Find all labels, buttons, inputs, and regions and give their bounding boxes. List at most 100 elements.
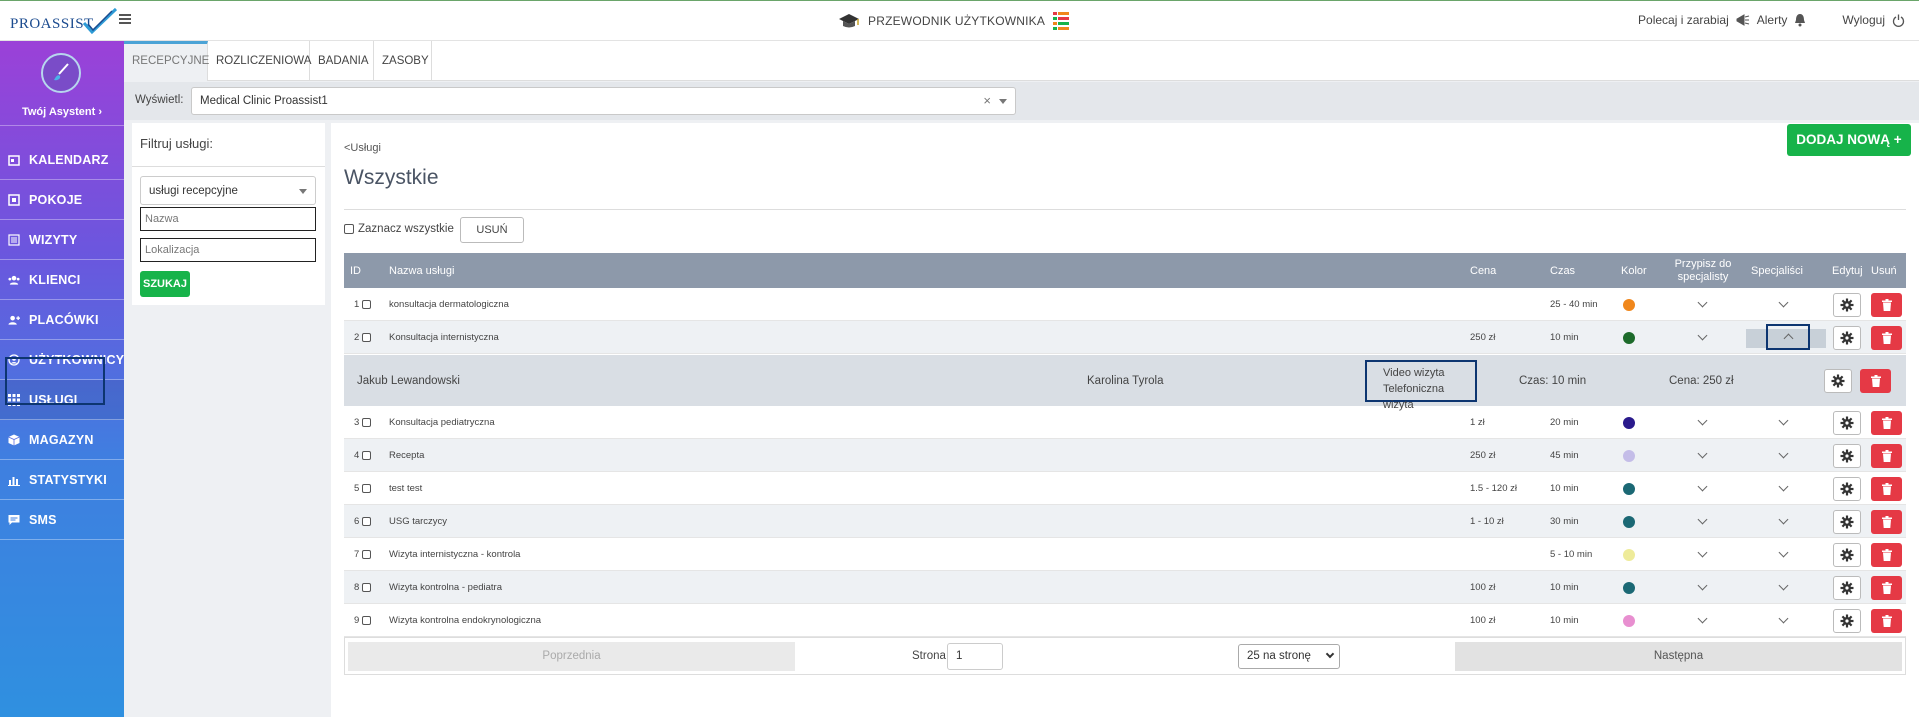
name-input[interactable] (140, 207, 316, 231)
row-checkbox[interactable] (362, 333, 371, 342)
page-size-select[interactable]: 25 na stronę (1238, 644, 1340, 669)
clear-icon[interactable]: × (983, 88, 991, 114)
chevron-down-icon[interactable] (1778, 613, 1789, 624)
alerts-link[interactable]: Alerty (1757, 13, 1788, 27)
edit-button[interactable] (1833, 292, 1861, 317)
chevron-down-icon[interactable] (1697, 415, 1708, 426)
clinic-select[interactable]: Medical Clinic Proassist1 × (191, 87, 1016, 115)
caret-down-icon (299, 189, 307, 194)
assistant-link[interactable]: Twój Asystent › (0, 98, 124, 126)
divider (344, 209, 1906, 210)
sidebar-item-pokoje[interactable]: POKOJE (0, 180, 124, 220)
edit-specialist-button[interactable] (1824, 368, 1852, 393)
calendar-icon (8, 154, 20, 166)
power-icon[interactable] (1892, 14, 1905, 27)
checkmark-logo-icon (82, 7, 118, 35)
delete-button[interactable] (1871, 542, 1902, 567)
edit-button[interactable] (1833, 443, 1861, 468)
menu-toggle-icon[interactable] (119, 14, 131, 24)
user-guide-link[interactable]: PRZEWODNIK UŻYTKOWNIKA (838, 11, 1070, 31)
chevron-down-icon[interactable] (1697, 330, 1708, 341)
delete-button[interactable] (1871, 575, 1902, 600)
row-checkbox[interactable] (362, 616, 371, 625)
tab-badania[interactable]: BADANIA (310, 41, 374, 81)
display-label: Wyświetl: (135, 94, 184, 106)
delete-specialist-button[interactable] (1860, 368, 1891, 393)
bell-icon[interactable] (1794, 13, 1806, 27)
row-checkbox[interactable] (362, 451, 371, 460)
select-all[interactable]: Zaznacz wszystkie (344, 223, 454, 235)
sidebar-item-magazyn[interactable]: MAGAZYN (0, 420, 124, 460)
breadcrumb[interactable]: <Usługi (344, 142, 381, 154)
chevron-down-icon[interactable] (1778, 448, 1789, 459)
add-new-button[interactable]: DODAJ NOWĄ + (1787, 124, 1911, 156)
tab-zasoby[interactable]: ZASOBY (374, 41, 432, 81)
delete-button[interactable] (1871, 410, 1902, 435)
megaphone-icon[interactable] (1736, 13, 1750, 27)
sidebar-item-sms[interactable]: SMS (0, 500, 124, 540)
previous-page-button[interactable]: Poprzednia (348, 642, 795, 671)
trash-icon (1881, 449, 1892, 462)
search-button[interactable]: SZUKAJ (140, 271, 190, 297)
sidebar-item-klienci[interactable]: KLIENCI (0, 260, 124, 300)
chevron-down-icon[interactable] (1697, 580, 1708, 591)
row-checkbox[interactable] (362, 517, 371, 526)
chevron-down-icon[interactable] (1778, 547, 1789, 558)
delete-button[interactable] (1871, 325, 1902, 350)
specialists-toggle[interactable] (1766, 324, 1810, 350)
chevron-down-icon[interactable] (1697, 481, 1708, 492)
row-checkbox[interactable] (362, 300, 371, 309)
chevron-down-icon[interactable] (1697, 547, 1708, 558)
refer-link[interactable]: Polecaj i zarabiaj (1638, 13, 1729, 27)
edit-button[interactable] (1833, 325, 1861, 350)
room-icon (8, 193, 20, 206)
sidebar-item-placowki[interactable]: PLACÓWKI (0, 300, 124, 340)
page-number-input[interactable]: 1 (947, 643, 1003, 670)
caret-down-icon (999, 99, 1007, 104)
header-edit: Edytuj (1832, 264, 1863, 277)
proassist-logo[interactable]: PROASSIST (10, 7, 118, 35)
row-checkbox[interactable] (362, 484, 371, 493)
select-all-checkbox[interactable] (344, 224, 354, 234)
delete-button[interactable] (1871, 476, 1902, 501)
edit-button[interactable] (1833, 410, 1861, 435)
visit-types: Video wizyta Telefoniczna wizyta (1365, 360, 1477, 411)
delete-button[interactable] (1871, 608, 1902, 633)
edit-button[interactable] (1833, 476, 1861, 501)
specialist-name: Jakub Lewandowski (357, 374, 460, 387)
delete-button[interactable] (1871, 443, 1902, 468)
chevron-down-icon[interactable] (1697, 448, 1708, 459)
header-time: Czas (1550, 264, 1576, 277)
edit-button[interactable] (1833, 542, 1861, 567)
service-type-select[interactable]: usługi recepcyjne (140, 176, 316, 205)
location-input[interactable] (140, 238, 316, 262)
edit-button[interactable] (1833, 575, 1861, 600)
chevron-down-icon[interactable] (1778, 297, 1789, 308)
edit-button[interactable] (1833, 509, 1861, 534)
chevron-down-icon[interactable] (1778, 514, 1789, 525)
row-checkbox[interactable] (362, 550, 371, 559)
delete-button[interactable] (1871, 509, 1902, 534)
chevron-down-icon[interactable] (1697, 297, 1708, 308)
row-checkbox[interactable] (362, 418, 371, 427)
tab-rozliczeniowa[interactable]: ROZLICZENIOWA (208, 41, 311, 81)
sidebar-item-wizyty[interactable]: WIZYTY (0, 220, 124, 260)
header-color: Kolor (1621, 264, 1647, 277)
row-checkbox[interactable] (362, 583, 371, 592)
delete-selected-button[interactable]: USUŃ (460, 217, 524, 243)
chevron-down-icon[interactable] (1778, 481, 1789, 492)
chevron-down-icon[interactable] (1697, 613, 1708, 624)
chevron-down-icon[interactable] (1778, 415, 1789, 426)
chevron-down-icon[interactable] (1697, 514, 1708, 525)
tab-recepcyjne[interactable]: RECEPCYJNE (124, 41, 209, 81)
logout-link[interactable]: Wyloguj (1842, 13, 1885, 27)
trash-icon (1881, 614, 1892, 627)
gear-icon (1840, 614, 1854, 627)
avatar[interactable] (41, 53, 81, 93)
delete-button[interactable] (1871, 292, 1902, 317)
next-page-button[interactable]: Następna (1455, 642, 1902, 671)
sidebar-item-kalendarz[interactable]: KALENDARZ (0, 140, 124, 180)
sidebar-item-statystyki[interactable]: STATYSTYKI (0, 460, 124, 500)
chevron-down-icon[interactable] (1778, 580, 1789, 591)
edit-button[interactable] (1833, 608, 1861, 633)
